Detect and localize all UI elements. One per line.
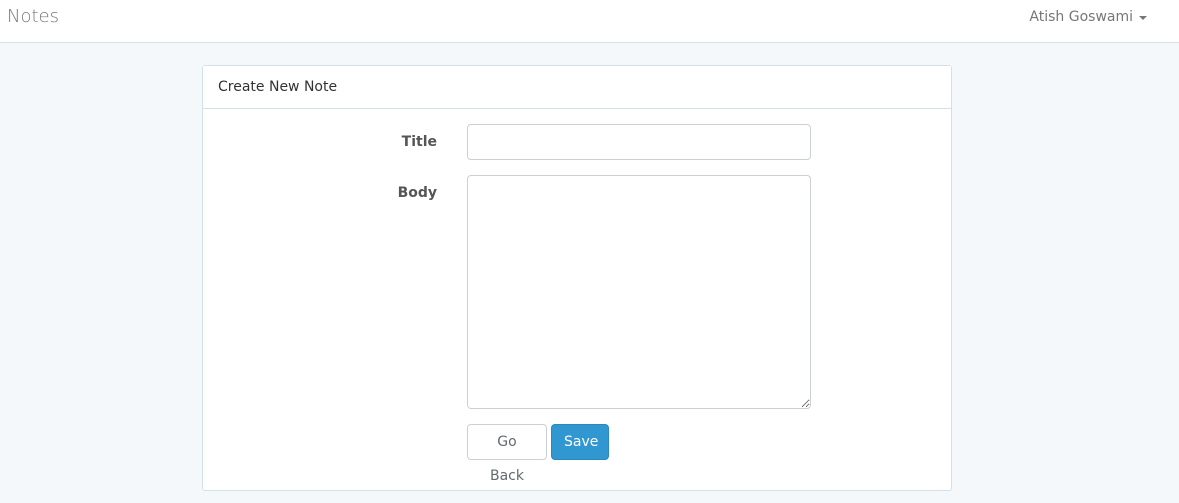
title-input[interactable] xyxy=(467,124,811,160)
user-name: Atish Goswami xyxy=(1029,9,1133,25)
go-back-button[interactable]: Go Back xyxy=(467,424,547,484)
caret-down-icon xyxy=(1139,16,1147,20)
brand-link[interactable]: Notes xyxy=(7,6,59,27)
body-label: Body xyxy=(397,185,437,201)
panel-heading: Create New Note xyxy=(203,66,951,109)
user-menu-dropdown[interactable]: Atish Goswami xyxy=(1029,9,1147,25)
top-navbar: Notes Atish Goswami xyxy=(0,0,1179,43)
create-note-panel: Create New Note Title Body Go Back Save xyxy=(202,65,952,491)
save-button[interactable]: Save xyxy=(551,424,609,460)
body-textarea[interactable] xyxy=(467,175,811,409)
title-label: Title xyxy=(401,134,437,150)
